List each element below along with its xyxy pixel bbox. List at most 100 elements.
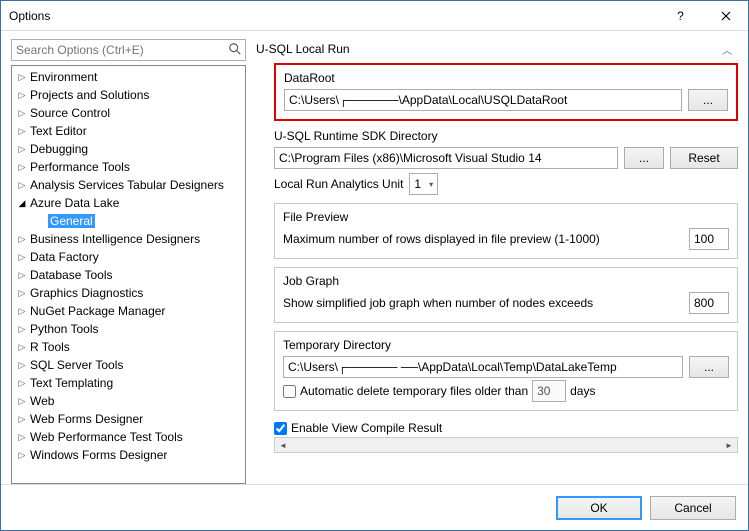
tree-item-label: Graphics Diagnostics (28, 286, 145, 300)
chevron-right-icon[interactable]: ▷ (16, 324, 28, 335)
enable-compile-row: Enable View Compile Result (274, 419, 738, 435)
tree-item-label: R Tools (28, 340, 72, 354)
tempdir-browse-button[interactable]: ... (689, 356, 729, 378)
autodelete-checkbox[interactable] (283, 385, 296, 398)
chevron-right-icon[interactable]: ▷ (16, 414, 28, 425)
chevron-right-icon[interactable]: ▷ (16, 126, 28, 137)
tree-item-python-tools[interactable]: ▷Python Tools (12, 320, 245, 338)
tree-item-business-intelligence-designers[interactable]: ▷Business Intelligence Designers (12, 230, 245, 248)
chevron-right-icon[interactable]: ▷ (16, 306, 28, 317)
dataroot-input[interactable] (284, 89, 682, 111)
chevron-right-icon[interactable]: ▷ (16, 180, 28, 191)
autodelete-label-pre: Automatic delete temporary files older t… (300, 384, 528, 398)
tree-item-azure-data-lake[interactable]: ◢Azure Data Lake (12, 194, 245, 212)
chevron-right-icon[interactable]: ▷ (16, 144, 28, 155)
tree-item-analysis-services-tabular-designers[interactable]: ▷Analysis Services Tabular Designers (12, 176, 245, 194)
enable-compile-checkbox[interactable] (274, 422, 287, 435)
chevron-right-icon[interactable]: ▷ (16, 252, 28, 263)
tempdir-input[interactable] (283, 356, 683, 378)
tree-item-graphics-diagnostics[interactable]: ▷Graphics Diagnostics (12, 284, 245, 302)
tempdir-group: Temporary Directory ... Automatic delete… (274, 331, 738, 411)
scroll-right-icon[interactable]: ► (721, 438, 737, 452)
chevron-down-icon[interactable]: ◢ (16, 198, 28, 209)
close-button[interactable] (703, 1, 748, 31)
section-header[interactable]: U-SQL Local Run ︿ (256, 39, 738, 59)
tree-item-r-tools[interactable]: ▷R Tools (12, 338, 245, 356)
tree-item-projects-and-solutions[interactable]: ▷Projects and Solutions (12, 86, 245, 104)
tree-item-label: Debugging (28, 142, 90, 156)
jobgraph-label: Job Graph (283, 274, 729, 288)
chevron-right-icon[interactable]: ▷ (16, 270, 28, 281)
dataroot-browse-button[interactable]: ... (688, 89, 728, 111)
scroll-left-icon[interactable]: ◄ (275, 438, 291, 452)
autodelete-days-input[interactable] (532, 380, 566, 402)
tree-item-web-forms-designer[interactable]: ▷Web Forms Designer (12, 410, 245, 428)
tree-item-label: Web (28, 394, 56, 408)
chevron-right-icon[interactable]: ▷ (16, 234, 28, 245)
chevron-right-icon[interactable]: ▷ (16, 396, 28, 407)
tree-item-label: Performance Tools (28, 160, 132, 174)
tree-item-text-editor[interactable]: ▷Text Editor (12, 122, 245, 140)
runtime-browse-button[interactable]: ... (624, 147, 664, 169)
chevron-right-icon[interactable]: ▷ (16, 90, 28, 101)
tree-item-label: Analysis Services Tabular Designers (28, 178, 226, 192)
tree-item-debugging[interactable]: ▷Debugging (12, 140, 245, 158)
analytics-combo[interactable]: 1 ▾ (409, 173, 438, 195)
tree-item-label: Data Factory (28, 250, 101, 264)
chevron-right-icon[interactable]: ▷ (16, 288, 28, 299)
window-title: Options (1, 9, 658, 23)
settings-body: DataRoot ... U-SQL Runtime SDK Directory… (256, 63, 738, 484)
help-button[interactable]: ? (658, 1, 703, 31)
jobgraph-input[interactable] (689, 292, 729, 314)
ok-button[interactable]: OK (556, 496, 642, 520)
tree-item-label: Environment (28, 70, 99, 84)
chevron-right-icon[interactable]: ▷ (16, 342, 28, 353)
tree-item-general[interactable]: General (12, 212, 245, 230)
tree-item-label: Windows Forms Designer (28, 448, 169, 462)
search-box (11, 39, 246, 61)
tree-item-label: General (48, 214, 95, 228)
options-tree[interactable]: ▷Environment▷Projects and Solutions▷Sour… (11, 65, 246, 484)
titlebar: Options ? (1, 1, 748, 31)
autodelete-label-post: days (570, 384, 595, 398)
tree-item-data-factory[interactable]: ▷Data Factory (12, 248, 245, 266)
chevron-right-icon[interactable]: ▷ (16, 108, 28, 119)
tree-item-label: Text Editor (28, 124, 89, 138)
search-input[interactable] (11, 39, 246, 61)
tree-item-label: Python Tools (28, 322, 101, 336)
runtime-label: U-SQL Runtime SDK Directory (274, 129, 738, 143)
cancel-button[interactable]: Cancel (650, 496, 736, 520)
filepreview-group: File Preview Maximum number of rows disp… (274, 203, 738, 259)
tree-item-label: Database Tools (28, 268, 115, 282)
tree-item-web-performance-test-tools[interactable]: ▷Web Performance Test Tools (12, 428, 245, 446)
filepreview-rows-input[interactable] (689, 228, 729, 250)
tree-item-web[interactable]: ▷Web (12, 392, 245, 410)
tree-item-windows-forms-designer[interactable]: ▷Windows Forms Designer (12, 446, 245, 464)
runtime-reset-button[interactable]: Reset (670, 147, 738, 169)
chevron-right-icon[interactable]: ▷ (16, 360, 28, 371)
left-pane: ▷Environment▷Projects and Solutions▷Sour… (11, 39, 246, 484)
tree-item-environment[interactable]: ▷Environment (12, 68, 245, 86)
tree-item-text-templating[interactable]: ▷Text Templating (12, 374, 245, 392)
chevron-right-icon[interactable]: ▷ (16, 72, 28, 83)
runtime-input[interactable] (274, 147, 618, 169)
jobgraph-group: Job Graph Show simplified job graph when… (274, 267, 738, 323)
tree-item-label: Projects and Solutions (28, 88, 151, 102)
chevron-right-icon[interactable]: ▷ (16, 162, 28, 173)
chevron-right-icon[interactable]: ▷ (16, 432, 28, 443)
horizontal-scrollbar[interactable]: ◄ ► (274, 437, 738, 453)
tree-item-label: Text Templating (28, 376, 115, 390)
content-area: ▷Environment▷Projects and Solutions▷Sour… (1, 31, 748, 484)
right-pane: U-SQL Local Run ︿ DataRoot ... U-SQL Run… (256, 39, 738, 484)
tree-item-sql-server-tools[interactable]: ▷SQL Server Tools (12, 356, 245, 374)
chevron-right-icon[interactable]: ▷ (16, 378, 28, 389)
tree-item-label: SQL Server Tools (28, 358, 125, 372)
filepreview-rows-label: Maximum number of rows displayed in file… (283, 232, 683, 246)
chevron-right-icon[interactable]: ▷ (16, 450, 28, 461)
tree-item-performance-tools[interactable]: ▷Performance Tools (12, 158, 245, 176)
tree-item-label: Business Intelligence Designers (28, 232, 202, 246)
tree-item-nuget-package-manager[interactable]: ▷NuGet Package Manager (12, 302, 245, 320)
tree-item-database-tools[interactable]: ▷Database Tools (12, 266, 245, 284)
tree-item-source-control[interactable]: ▷Source Control (12, 104, 245, 122)
tree-item-label: Web Performance Test Tools (28, 430, 185, 444)
